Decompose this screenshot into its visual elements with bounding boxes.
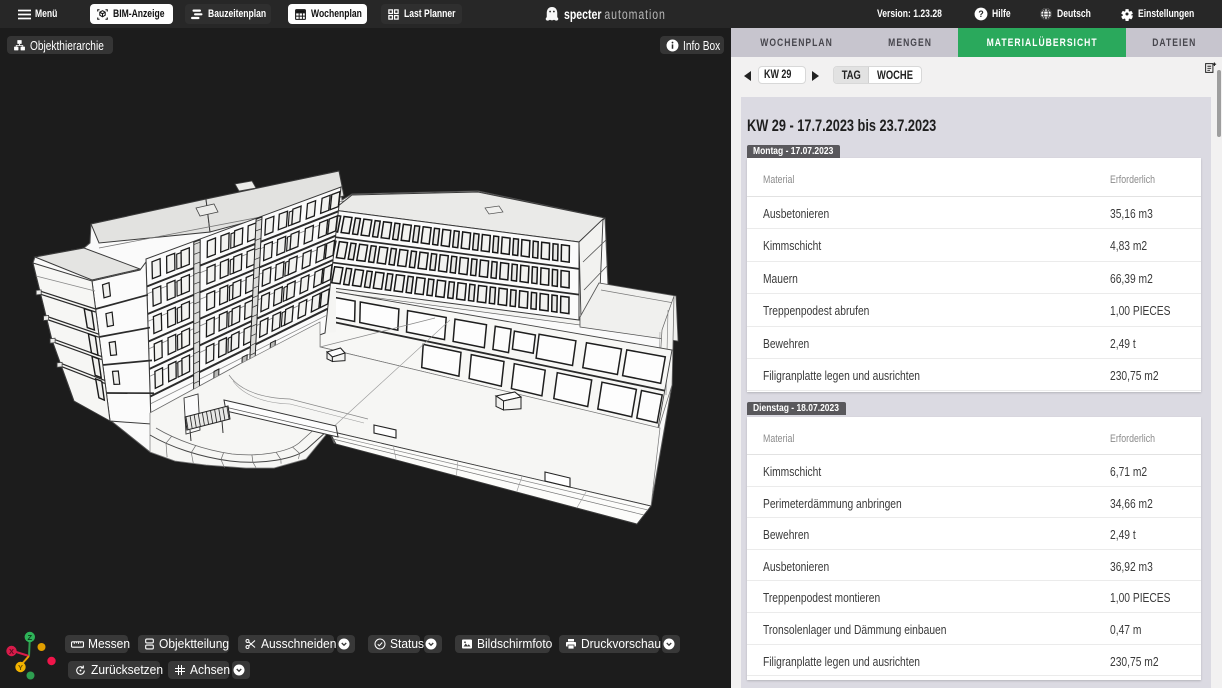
svg-text:?: ? xyxy=(978,9,983,19)
svg-text:Y: Y xyxy=(18,663,23,672)
svg-text:Z: Z xyxy=(28,633,33,642)
svg-text:X: X xyxy=(9,647,14,656)
